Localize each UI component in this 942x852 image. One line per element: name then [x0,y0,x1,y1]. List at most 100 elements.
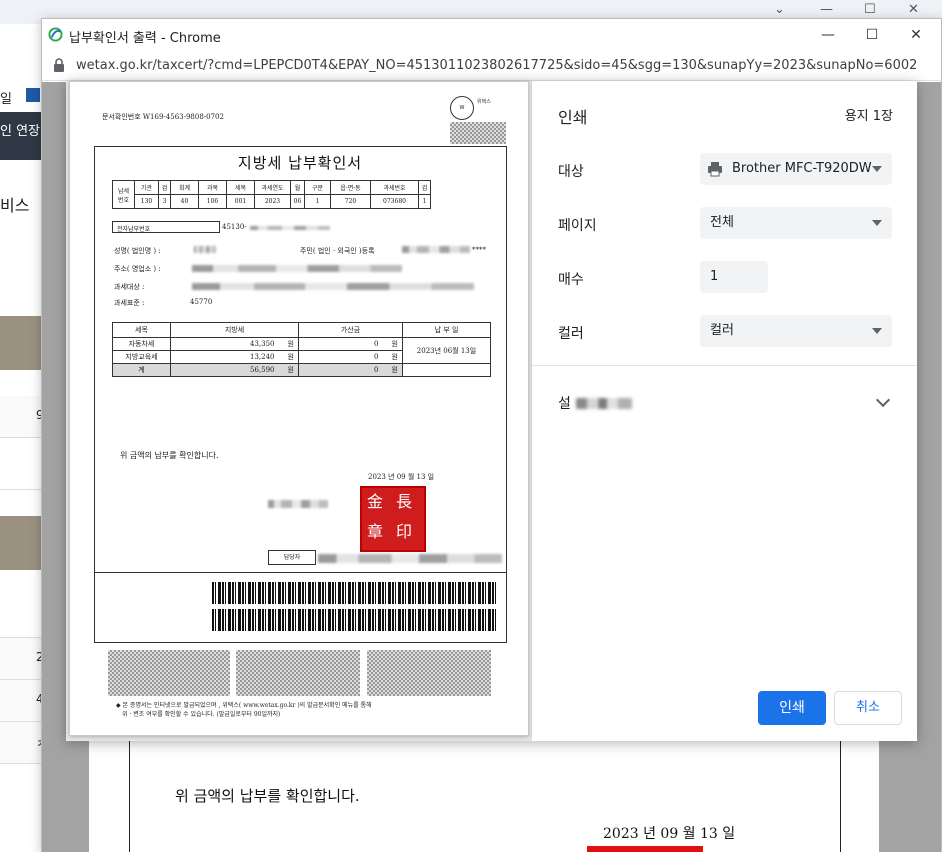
destination-value: Brother MFC-T920DW [732,161,872,176]
redacted-more-settings [575,398,632,409]
redacted-resident [402,246,470,253]
print-button[interactable]: 인쇄 [758,691,826,725]
wetax-logo-icon: W [450,96,474,120]
pay-won: 원 [382,337,403,351]
name-label: 성명( 법인명 ) : [114,247,161,255]
tax-no-header: 검 [158,180,171,195]
copies-input[interactable]: 1 [700,261,768,293]
bg-chevron-icon[interactable]: ⌄ [774,2,785,17]
resident-label: 주민( 법인 · 외국인 )등록 [300,247,375,255]
pay-item-total: 계 [112,363,171,377]
tax-no-header: 납세 번호 [112,180,135,209]
chevron-down-icon [875,392,891,408]
pay-item: 자동차세 [112,337,171,351]
tax-no-header: 세목 [226,180,255,195]
2d-barcode-3 [367,650,491,696]
tax-no-value: 2023 [254,194,291,209]
tax-no-value: 720 [330,194,371,209]
epay-value: 45130- [222,223,247,231]
confirm-text: 위 금액의 납부를 확인합니다. [120,451,219,460]
cancel-button[interactable]: 취소 [834,691,902,725]
bg-close-icon[interactable]: ✕ [908,2,919,17]
pay-date-empty [402,363,491,377]
pay-extra: 0 [298,337,383,351]
tax-no-header: 읍·면·동 [330,180,371,195]
bg-document-seal [587,846,703,852]
issue-date: 2023 년 09 월 13 일 [368,473,435,481]
print-dialog: 문서확인번호 W169-4563-9808-0702 W 위택스 지방세 납부확… [66,81,917,741]
footer-line-2: 위 · 변조 여부를 확인할 수 있습니다. (발급일로부터 90일까지) [122,711,281,718]
bg-section: 비스 [0,180,42,240]
destination-select[interactable]: Brother MFC-T920DW [700,153,892,185]
tax-no-header: 구분 [304,180,331,195]
lock-icon [54,58,64,72]
object-label: 과세대상 : [114,283,145,291]
pay-amount: 13,240 [170,350,279,364]
certificate-divider [94,572,507,573]
tax-no-header: 과목 [198,180,227,195]
close-button[interactable]: ✕ [894,23,938,47]
redacted-staff [318,554,502,563]
tax-no-value: 106 [198,194,227,209]
pay-extra: 0 [298,350,383,364]
pay-amount-total: 56,590 [170,363,279,377]
pay-header: 납 부 일 [402,322,491,338]
popup-title: 납부확인서 출력 - Chrome [69,31,221,46]
pay-date: 2023년 06월 13일 [402,337,491,364]
tax-no-value: 1 [418,194,431,209]
footer-line-1: ◆ 본 증명서는 인터넷으로 발급되었으며 , 위택스( www.wetax.g… [116,702,372,709]
bg-section-text: 비스 [0,196,30,215]
tax-no-value: 06 [290,194,305,209]
tax-no-header: 검 [418,180,431,195]
tax-no-header: 회계 [170,180,199,195]
bg-banner: 인 연장 [0,112,42,160]
pages-label: 페이지 [558,218,597,234]
2d-barcode-2 [236,650,360,696]
tax-no-header: 과세번호 [370,180,419,195]
pages-select[interactable]: 전체 [700,207,892,239]
dropdown-caret-icon [872,220,882,226]
pages-value: 전체 [710,215,734,230]
bg-row: 2 [0,638,44,680]
tax-no-value: 130 [134,194,159,209]
pay-header: 지방세 [170,322,299,338]
wetax-logo-text: 위택스 [477,99,491,105]
minimize-button[interactable]: — [806,23,850,47]
copies-label: 매수 [558,272,584,288]
address-bar[interactable]: wetax.go.kr/taxcert/?cmd=LPEPCD0T4&EPAY_… [42,51,941,81]
printer-icon [708,162,722,177]
more-settings-toggle[interactable]: 설 [558,392,892,417]
pay-won: 원 [278,363,299,377]
bg-minimize-icon[interactable]: — [820,2,833,17]
pay-extra-total: 0 [298,363,383,377]
bg-row: 9 [0,396,44,438]
pay-won: 원 [278,337,299,351]
pay-won: 원 [278,350,299,364]
certificate-footer: ◆ 본 증명서는 인터넷으로 발급되었으며 , 위택스( www.wetax.g… [116,701,372,719]
tax-no-header: 기관 [134,180,159,195]
address-label: 주소( 영업소 ) : [114,265,161,273]
wetax-favicon-icon [48,27,63,42]
tax-no-value: 1 [304,194,331,209]
redacted-name [194,246,216,253]
redacted-object [192,283,474,290]
color-select[interactable]: 컬러 [700,315,892,347]
bg-maximize-icon[interactable]: ☐ [864,2,876,17]
color-label: 컬러 [558,326,584,342]
popup-titlebar[interactable]: 납부확인서 출력 - Chrome — ☐ ✕ [42,19,941,51]
tax-no-header: 월 [290,180,305,195]
pay-amount: 43,350 [170,337,279,351]
bg-row: ㅊ [0,722,47,764]
sheet-count: 용지 1장 [844,109,893,124]
tax-no-value: 001 [226,194,255,209]
bg-home-icon[interactable] [26,88,40,102]
more-settings-label: 설 [558,396,571,412]
print-title: 인쇄 [558,108,588,127]
redacted-address [192,265,402,272]
maximize-button[interactable]: ☐ [850,23,894,47]
preview-page: 문서확인번호 W169-4563-9808-0702 W 위택스 지방세 납부확… [69,81,529,736]
tax-number-table: 납세 번호 기관 검 회계 과목 세목 과세연도 월 구분 읍·면·동 과세번호… [112,180,431,209]
resident-suffix: **** [472,246,486,254]
bg-banner-text: 인 연장 [0,124,41,139]
qr-code-top [450,122,506,144]
